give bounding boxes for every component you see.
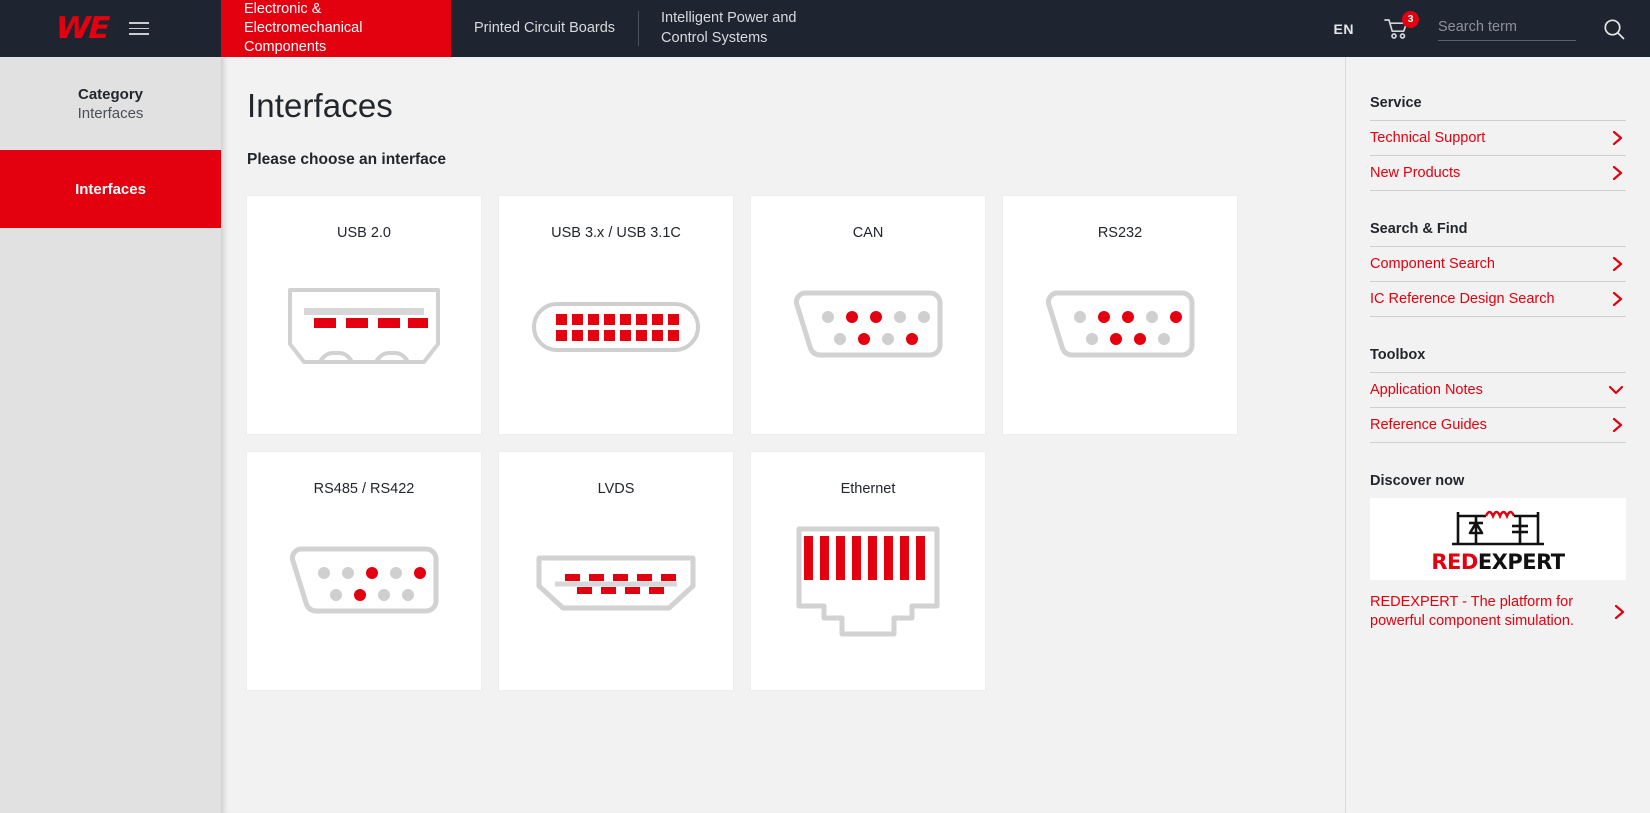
db9-connector-glyph-rs232 <box>1046 290 1195 358</box>
nav-tab-electronic-components[interactable]: Electronic & Electromechanical Component… <box>221 0 451 57</box>
rj45-port-icon <box>751 497 985 690</box>
left-sidebar: Category Interfaces Interfaces <box>0 57 221 813</box>
page-subtitle: Please choose an interface <box>247 151 447 168</box>
aside-link-label: IC Reference Design Search <box>1370 291 1555 307</box>
chevron-right-icon <box>1612 418 1624 432</box>
aside-link-ic-reference-design-search[interactable]: IC Reference Design Search <box>1370 281 1626 317</box>
redexpert-banner[interactable]: REDEXPERT <box>1370 498 1626 580</box>
card-label: USB 3.x / USB 3.1C <box>551 225 681 241</box>
cart-badge: 3 <box>1402 10 1419 28</box>
interface-card-rs485-rs422[interactable]: RS485 / RS422 <box>247 452 481 690</box>
hdmi-port-icon <box>499 497 733 690</box>
header-utilities: EN 3 <box>1334 0 1650 57</box>
usb-a-port-icon <box>247 241 481 434</box>
category-value: Interfaces <box>77 104 144 122</box>
chevron-down-icon <box>1608 384 1624 396</box>
aside-link-reference-guides[interactable]: Reference Guides <box>1370 407 1626 443</box>
aside-link-component-search[interactable]: Component Search <box>1370 246 1626 281</box>
page-title: Interfaces <box>247 87 393 124</box>
interface-card-grid: USB 2.0 USB 3.x / USB 3.1C CAN RS232 RS4… <box>221 169 1345 690</box>
aside-link-label: Component Search <box>1370 256 1495 272</box>
aside-list-service: Technical Support New Products <box>1370 120 1626 191</box>
chevron-right-icon <box>1614 605 1626 620</box>
aside-heading-service: Service <box>1370 95 1422 111</box>
sidebar-filler <box>0 228 221 813</box>
chevron-right-icon <box>1612 257 1624 271</box>
interface-card-rs232[interactable]: RS232 <box>1003 196 1237 434</box>
sidebar-item-interfaces[interactable]: Interfaces <box>0 150 221 228</box>
interface-card-usb-3x[interactable]: USB 3.x / USB 3.1C <box>499 196 733 434</box>
card-label: LVDS <box>597 481 635 497</box>
aside-link-technical-support[interactable]: Technical Support <box>1370 120 1626 155</box>
aside-heading-toolbox: Toolbox <box>1370 347 1426 363</box>
redexpert-promo-label: REDEXPERT - The platform for powerful co… <box>1370 594 1574 630</box>
db9-connector-icon <box>1003 241 1237 434</box>
main-nav-tabs: Electronic & Electromechanical Component… <box>221 0 868 57</box>
interface-card-ethernet[interactable]: Ethernet <box>751 452 985 690</box>
chevron-right-icon <box>1612 292 1624 306</box>
usb-c-port-icon <box>499 241 733 434</box>
aside-list-toolbox: Application Notes Reference Guides <box>1370 372 1626 443</box>
buck-converter-circuit-icon <box>1452 510 1544 545</box>
cart-icon[interactable]: 3 <box>1384 10 1419 40</box>
usb-a-port-glyph <box>288 287 440 364</box>
search-input[interactable] <box>1438 16 1576 41</box>
card-label: RS232 <box>1097 225 1143 241</box>
top-navigation-bar: WE Electronic & Electromechanical Compon… <box>0 0 1650 57</box>
nav-tab-intelligent-power[interactable]: Intelligent Power and Control Systems <box>638 0 868 57</box>
search-button[interactable] <box>1602 17 1626 41</box>
aside-link-application-notes[interactable]: Application Notes <box>1370 372 1626 407</box>
interface-card-lvds[interactable]: LVDS <box>499 452 733 690</box>
right-sidebar: Service Technical Support New Products S… <box>1345 57 1650 813</box>
aside-link-new-products[interactable]: New Products <box>1370 155 1626 191</box>
aside-list-search-find: Component Search IC Reference Design Sea… <box>1370 246 1626 317</box>
interface-card-usb-2-0[interactable]: USB 2.0 <box>247 196 481 434</box>
chevron-right-icon <box>1612 131 1624 145</box>
brand-zone: WE <box>0 0 221 57</box>
aside-link-label: Reference Guides <box>1370 417 1487 433</box>
aside-link-label: New Products <box>1370 165 1461 181</box>
redexpert-promo-link[interactable]: REDEXPERT - The platform for powerful co… <box>1370 593 1626 631</box>
category-header: Category Interfaces <box>0 57 221 150</box>
rj45-port-glyph <box>796 526 940 636</box>
card-label: RS485 / RS422 <box>313 481 415 497</box>
nav-tab-printed-circuit-boards[interactable]: Printed Circuit Boards <box>451 0 638 57</box>
db9-connector-icon <box>247 497 481 690</box>
interface-card-can[interactable]: CAN <box>751 196 985 434</box>
db9-connector-glyph-can <box>794 290 943 358</box>
usb-c-port-glyph <box>532 301 700 352</box>
hamburger-icon[interactable] <box>128 22 149 35</box>
language-selector[interactable]: EN <box>1334 21 1354 37</box>
db9-connector-glyph-rs485 <box>290 546 439 614</box>
card-label: USB 2.0 <box>337 225 391 241</box>
redexpert-dark-part: EXPERT <box>1477 549 1565 574</box>
card-label: Ethernet <box>840 481 896 497</box>
chevron-right-icon <box>1612 166 1624 180</box>
category-label: Category <box>77 85 144 103</box>
search-icon <box>1604 18 1625 39</box>
aside-heading-discover-now: Discover now <box>1370 473 1465 489</box>
hdmi-port-glyph <box>536 555 696 610</box>
redexpert-red-part: RED <box>1431 549 1478 574</box>
aside-link-label: Technical Support <box>1370 130 1486 146</box>
aside-heading-search-find: Search & Find <box>1370 221 1468 237</box>
redexpert-wordmark: REDEXPERT <box>1431 549 1565 574</box>
main-content: Interfaces Please choose an interface US… <box>221 57 1345 813</box>
we-logo[interactable]: WE <box>55 11 109 46</box>
db9-connector-icon <box>751 241 985 434</box>
aside-link-label: Application Notes <box>1370 382 1483 398</box>
card-label: CAN <box>852 225 884 241</box>
search-field-wrapper <box>1438 16 1576 41</box>
